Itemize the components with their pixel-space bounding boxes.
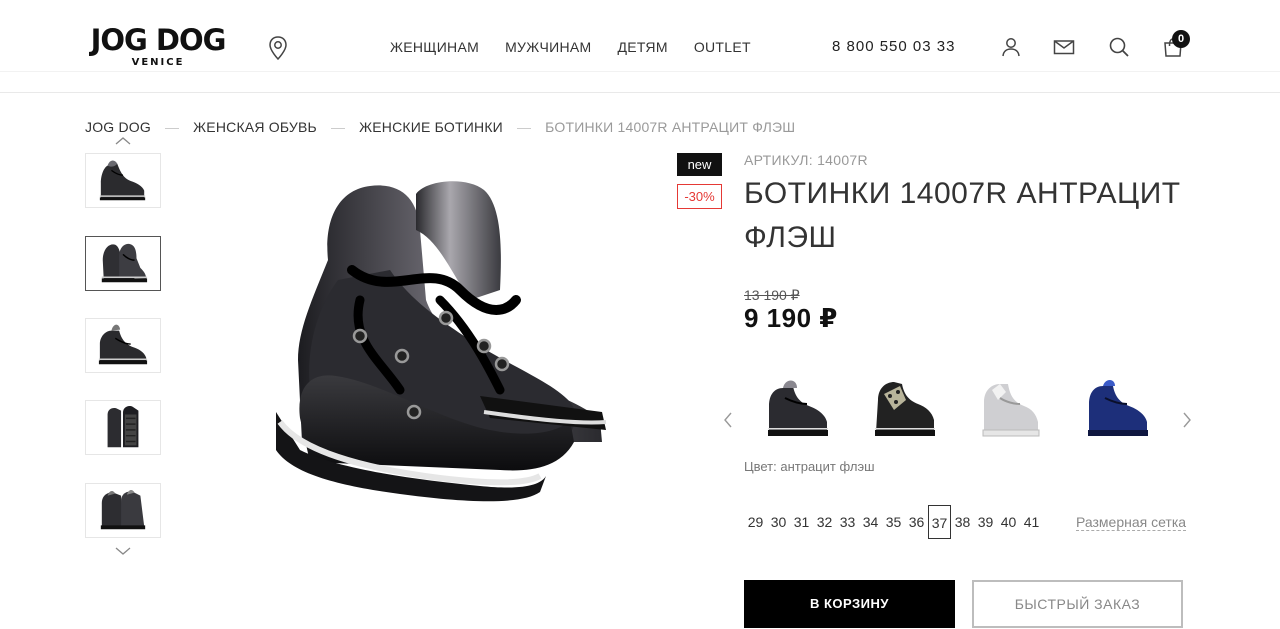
thumbnail-single-side-view[interactable] bbox=[85, 318, 161, 373]
add-to-cart-button[interactable]: В КОРЗИНУ bbox=[744, 580, 955, 628]
product-title: БОТИНКИ 14007R АНТРАЦИТ ФЛЭШ bbox=[744, 177, 1181, 254]
size-option[interactable]: 35 bbox=[882, 505, 905, 539]
thumbnail-sole-view[interactable] bbox=[85, 400, 161, 455]
main-nav: ЖЕНЩИНАМ МУЖЧИНАМ ДЕТЯМ OUTLET bbox=[390, 39, 777, 55]
size-option[interactable]: 39 bbox=[974, 505, 997, 539]
size-option[interactable]: 30 bbox=[767, 505, 790, 539]
mail-icon[interactable] bbox=[1052, 35, 1076, 59]
size-option[interactable]: 33 bbox=[836, 505, 859, 539]
thumbnail-pair-front-view[interactable] bbox=[85, 236, 161, 291]
breadcrumb-separator: — bbox=[164, 119, 180, 135]
size-option[interactable]: 41 bbox=[1020, 505, 1043, 539]
thumbnail-pair-back-view[interactable] bbox=[85, 483, 161, 538]
logo-sub-text: VENICE bbox=[131, 57, 185, 68]
size-selector: 29 30 31 32 33 34 35 36 37 38 39 40 41 bbox=[744, 505, 1043, 539]
nav-kids[interactable]: ДЕТЯМ bbox=[617, 39, 667, 55]
size-option[interactable]: 40 bbox=[997, 505, 1020, 539]
boot-thumbnail-image bbox=[98, 324, 148, 365]
size-option[interactable]: 29 bbox=[744, 505, 767, 539]
size-option[interactable]: 31 bbox=[790, 505, 813, 539]
phone-number[interactable]: 8 800 550 03 33 bbox=[832, 38, 955, 56]
color-variant-leopard-silver[interactable] bbox=[864, 370, 946, 444]
product-old-price: 13 190 ₽ bbox=[744, 287, 800, 303]
user-icon[interactable] bbox=[999, 35, 1023, 59]
boot-thumbnail-image bbox=[99, 160, 146, 201]
breadcrumb-item-women-boots[interactable]: ЖЕНСКИЕ БОТИНКИ bbox=[359, 119, 503, 135]
size-option[interactable]: 32 bbox=[813, 505, 836, 539]
nav-women[interactable]: ЖЕНЩИНАМ bbox=[390, 39, 479, 55]
size-chart-link[interactable]: Размерная сетка bbox=[1076, 514, 1187, 531]
color-label: Цвет: антрацит флэш bbox=[744, 459, 875, 474]
brand-logo[interactable]: JOG DOG VENICE bbox=[85, 24, 231, 69]
size-option[interactable]: 36 bbox=[905, 505, 928, 539]
color-variant-anthracite[interactable] bbox=[757, 370, 839, 444]
badge-new: new bbox=[677, 153, 722, 176]
size-option[interactable]: 38 bbox=[951, 505, 974, 539]
thumbnail-pair-side-view[interactable] bbox=[85, 153, 161, 208]
breadcrumb-separator: — bbox=[516, 119, 532, 135]
thumbnails-up-arrow-icon[interactable] bbox=[114, 135, 132, 147]
logo-main-text: JOG DOG bbox=[90, 23, 227, 57]
product-main-image[interactable] bbox=[240, 150, 660, 520]
color-variant-silver[interactable] bbox=[970, 370, 1052, 444]
boot-thumbnail-image bbox=[107, 406, 139, 448]
breadcrumb-separator: — bbox=[330, 119, 346, 135]
breadcrumb-item-current: БОТИНКИ 14007R АНТРАЦИТ ФЛЭШ bbox=[545, 119, 796, 135]
size-option-selected[interactable]: 37 bbox=[928, 505, 951, 539]
badge-discount: -30% bbox=[677, 184, 722, 209]
search-icon[interactable] bbox=[1107, 35, 1131, 59]
location-pin-icon[interactable] bbox=[267, 35, 289, 61]
color-variants-next-icon[interactable] bbox=[1181, 411, 1193, 429]
breadcrumb: JOG DOG — ЖЕНСКАЯ ОБУВЬ — ЖЕНСКИЕ БОТИНК… bbox=[85, 119, 795, 135]
size-option[interactable]: 34 bbox=[859, 505, 882, 539]
product-price: 9 190 ₽ bbox=[744, 303, 838, 333]
nav-men[interactable]: МУЖЧИНАМ bbox=[505, 39, 591, 55]
breadcrumb-item-home[interactable]: JOG DOG bbox=[85, 119, 151, 135]
thumbnails-down-arrow-icon[interactable] bbox=[114, 545, 132, 557]
color-variant-blue[interactable] bbox=[1077, 370, 1159, 444]
boot-thumbnail-image bbox=[100, 489, 146, 530]
quick-order-button[interactable]: БЫСТРЫЙ ЗАКАЗ bbox=[972, 580, 1183, 628]
cart-count-badge: 0 bbox=[1172, 30, 1190, 48]
boot-thumbnail-image bbox=[101, 243, 148, 283]
site-header: JOG DOG VENICE ЖЕНЩИНАМ МУЖЧИНАМ ДЕТЯМ O… bbox=[0, 0, 1280, 93]
nav-outlet[interactable]: OUTLET bbox=[694, 39, 751, 55]
color-variants-prev-icon[interactable] bbox=[722, 411, 734, 429]
product-sku: АРТИКУЛ: 14007R bbox=[744, 152, 868, 168]
breadcrumb-item-women-shoes[interactable]: ЖЕНСКАЯ ОБУВЬ bbox=[193, 119, 317, 135]
